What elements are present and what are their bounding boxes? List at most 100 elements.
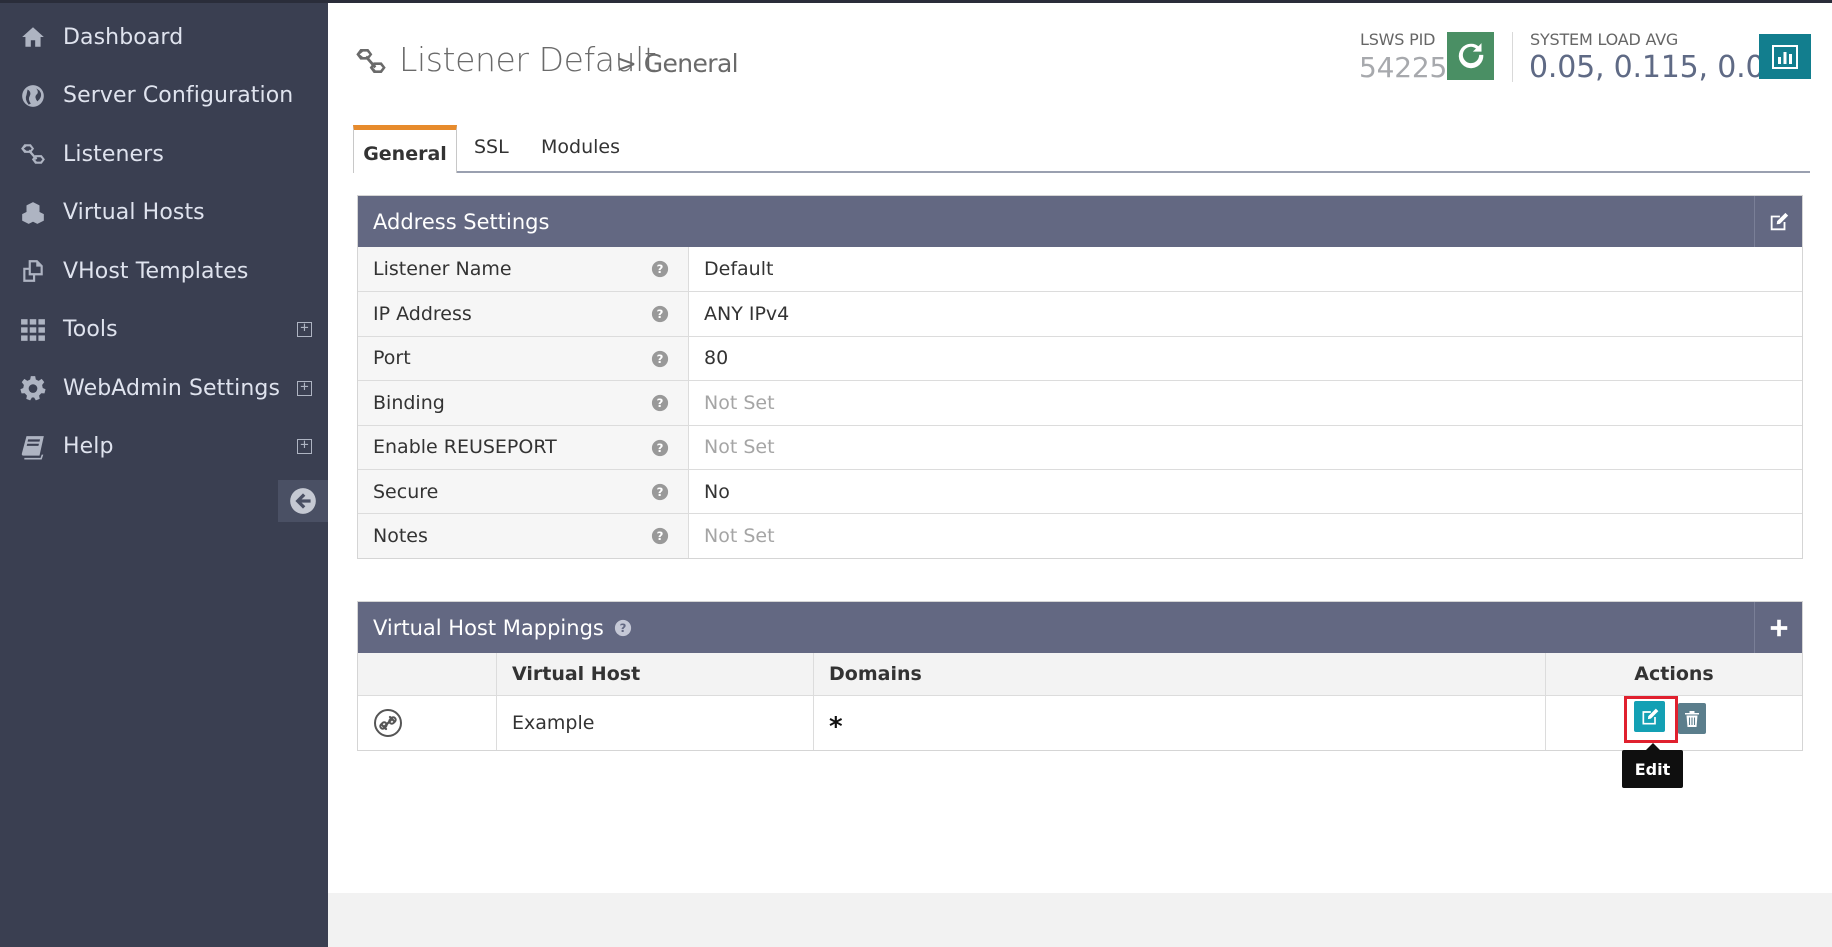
- domains-cell: *: [814, 696, 1546, 750]
- table-header-row: Virtual Host Domains Actions: [358, 653, 1802, 696]
- copy-icon: [19, 257, 47, 285]
- help-icon[interactable]: ?: [651, 483, 669, 501]
- sidebar-collapse-button[interactable]: [278, 480, 328, 522]
- svg-text:?: ?: [657, 262, 664, 276]
- refresh-icon: [1458, 43, 1483, 69]
- sidebar-item-virtual-hosts[interactable]: Virtual Hosts: [0, 184, 328, 243]
- sidebar-item-server-configuration[interactable]: Server Configuration: [0, 67, 328, 126]
- arrow-left-circle-icon: [290, 488, 316, 514]
- setting-name: Secure?: [358, 469, 689, 514]
- setting-name: Enable REUSEPORT?: [358, 425, 689, 469]
- help-icon[interactable]: ?: [651, 305, 669, 323]
- svg-text:?: ?: [657, 529, 664, 543]
- gear-icon: [19, 374, 47, 402]
- vhost-mappings-panel: Virtual Host Mappings ? Virtual Host Dom…: [357, 601, 1803, 751]
- help-icon[interactable]: ?: [651, 394, 669, 412]
- link-icon: [356, 49, 386, 73]
- edit-address-button[interactable]: [1754, 196, 1802, 247]
- link-icon: [19, 140, 47, 168]
- plus-icon: [1770, 619, 1787, 636]
- bar-chart-icon: [1772, 44, 1798, 69]
- table-row: Example *: [358, 696, 1802, 750]
- address-settings-table: Listener Name? Default IP Address? ANY I…: [358, 247, 1802, 558]
- setting-value: Not Set: [704, 391, 775, 414]
- help-icon[interactable]: ?: [651, 527, 669, 545]
- column-header: Domains: [814, 653, 1546, 695]
- link-circle-icon[interactable]: [373, 708, 403, 738]
- sidebar-item-label: VHost Templates: [63, 258, 249, 284]
- panel-header: Address Settings: [358, 196, 1802, 247]
- sidebar-item-dashboard[interactable]: Dashboard: [0, 8, 328, 67]
- help-icon[interactable]: ?: [651, 350, 669, 368]
- tab-ssl[interactable]: SSL: [474, 136, 509, 158]
- setting-value: 80: [704, 347, 729, 370]
- edit-mapping-button[interactable]: [1634, 701, 1665, 732]
- svg-text:?: ?: [657, 307, 664, 321]
- table-row: Enable REUSEPORT? Not Set: [358, 424, 1802, 469]
- sidebar-item-label: Tools: [63, 317, 118, 343]
- table-row: Binding? Not Set: [358, 380, 1802, 425]
- tab-underline: [353, 171, 1810, 173]
- sidebar-item-listeners[interactable]: Listeners: [0, 125, 328, 184]
- setting-value: Default: [704, 258, 774, 281]
- delete-mapping-button[interactable]: [1678, 703, 1706, 734]
- svg-text:?: ?: [657, 396, 664, 410]
- help-icon[interactable]: ?: [651, 260, 669, 278]
- sidebar-item-label: Dashboard: [63, 24, 184, 50]
- table-row: Secure? No: [358, 468, 1802, 514]
- table-row: Listener Name? Default: [358, 247, 1802, 292]
- setting-value: Not Set: [704, 436, 775, 459]
- table-row: IP Address? ANY IPv4: [358, 291, 1802, 336]
- globe-icon: [19, 82, 47, 110]
- edit-icon: [1770, 212, 1788, 230]
- tab-modules[interactable]: Modules: [541, 136, 620, 158]
- setting-value: ANY IPv4: [704, 303, 790, 326]
- panel-title: Address Settings: [373, 209, 550, 234]
- svg-text:?: ?: [657, 485, 664, 499]
- virtual-host-cell: Example: [497, 696, 814, 750]
- sidebar-item-help[interactable]: Help +: [0, 418, 328, 477]
- svg-text:?: ?: [619, 621, 626, 635]
- svg-text:?: ?: [657, 441, 664, 455]
- setting-value: Not Set: [704, 525, 775, 548]
- panel-title: Virtual Host Mappings: [373, 615, 604, 640]
- setting-name: IP Address?: [358, 292, 689, 336]
- sidebar-item-label: WebAdmin Settings: [63, 375, 281, 401]
- sidebar-item-webadmin-settings[interactable]: WebAdmin Settings +: [0, 359, 328, 418]
- panel-header: Virtual Host Mappings ?: [358, 602, 1802, 653]
- setting-value: No: [704, 480, 730, 503]
- edit-icon: [1642, 708, 1658, 724]
- add-mapping-button[interactable]: [1754, 602, 1802, 653]
- home-icon: [19, 23, 47, 51]
- table-row: Port? 80: [358, 335, 1802, 381]
- page-subtitle: > General: [616, 49, 739, 78]
- trash-icon: [1685, 710, 1699, 727]
- sidebar-item-tools[interactable]: Tools +: [0, 301, 328, 360]
- setting-name: Port?: [358, 336, 689, 381]
- setting-name: Listener Name?: [358, 247, 689, 292]
- sidebar: Dashboard Server Configuration Listeners…: [0, 0, 328, 947]
- help-icon[interactable]: ?: [651, 439, 669, 457]
- expand-icon[interactable]: +: [297, 321, 312, 338]
- column-header: Virtual Host: [497, 653, 814, 695]
- setting-name: Binding?: [358, 381, 689, 425]
- edit-tooltip: Edit: [1622, 743, 1683, 788]
- expand-icon[interactable]: +: [297, 438, 312, 455]
- row-icon-cell: [358, 696, 497, 750]
- expand-icon[interactable]: +: [297, 380, 312, 396]
- load-chart-button[interactable]: [1759, 34, 1811, 79]
- address-settings-panel: Address Settings Listener Name? Default …: [357, 195, 1803, 559]
- setting-name: Notes?: [358, 514, 689, 558]
- help-icon[interactable]: ?: [614, 619, 632, 637]
- pid-label: LSWS PID: [1360, 30, 1436, 49]
- book-icon: [19, 433, 47, 461]
- tab-general[interactable]: General: [353, 125, 457, 173]
- sidebar-item-label: Listeners: [63, 141, 164, 167]
- table-row: Notes? Not Set: [358, 513, 1802, 558]
- restart-button[interactable]: [1447, 32, 1494, 80]
- sidebar-item-vhost-templates[interactable]: VHost Templates: [0, 242, 328, 301]
- sidebar-item-label: Help: [63, 434, 114, 460]
- sidebar-item-label: Virtual Hosts: [63, 200, 205, 226]
- column-header: [358, 653, 497, 695]
- grid-icon: [19, 316, 47, 344]
